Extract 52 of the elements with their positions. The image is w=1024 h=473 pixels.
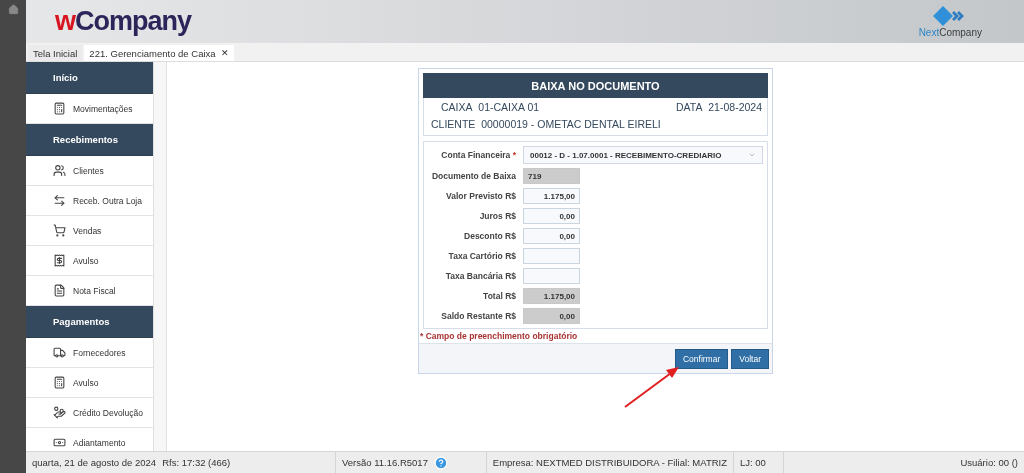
sidebar-section[interactable]: Início <box>26 62 153 94</box>
calculator-icon <box>53 376 66 389</box>
info-text: CAIXA 01-CAIXA 01 <box>440 101 540 113</box>
sidebar-section[interactable]: Recebimentos <box>26 124 153 156</box>
input-field[interactable]: 719 <box>523 168 580 184</box>
sidebar-section[interactable]: Pagamentos <box>26 306 153 338</box>
field-label: Total R$ <box>482 291 516 301</box>
brand-name: NextCompany <box>918 26 982 38</box>
user-text: Usuário: 00 () <box>960 457 1018 468</box>
dialog-button[interactable]: Voltar <box>731 348 769 369</box>
caret-icon <box>748 151 756 159</box>
help-icon[interactable] <box>433 455 448 470</box>
field-label: Conta Financeira * <box>440 150 516 160</box>
users-icon <box>53 164 66 177</box>
receipt-icon <box>53 254 66 267</box>
dialog-title: BAIXA NO DOCUMENTO <box>423 73 768 98</box>
field-label: Documento de Baixa <box>430 171 516 181</box>
field-label: Valor Previsto R$ <box>445 191 516 201</box>
input-field[interactable]: 0,00 <box>523 228 580 244</box>
banknote-icon <box>53 436 66 449</box>
input-field[interactable]: 1.175,00 <box>523 288 580 304</box>
field-label: Taxa Bancária R$ <box>444 271 516 281</box>
arrows-icon <box>53 194 66 207</box>
calculator-icon <box>53 102 66 115</box>
input-field[interactable] <box>523 268 580 284</box>
version-text: Versão 11.16.R5017 <box>342 457 428 468</box>
info-text: DATA 21-08-2024 <box>676 101 762 113</box>
dialog-button[interactable]: Confirmar <box>674 348 729 369</box>
field-label: Juros R$ <box>478 211 516 221</box>
close-icon[interactable]: ✕ <box>220 48 229 58</box>
field-label: Saldo Restante R$ <box>440 311 516 321</box>
home-icon[interactable] <box>7 4 19 15</box>
store-text: LJ: 00 <box>740 457 766 468</box>
cart-icon <box>53 224 66 237</box>
input-field[interactable]: 0,00 <box>523 208 580 224</box>
account-select[interactable]: 00012 - D - 1.07.0001 - RECEBIMENTO-CREDIARIO <box>523 146 763 164</box>
logo: wCompany <box>55 6 192 37</box>
input-field[interactable] <box>523 248 580 264</box>
tab[interactable]: 221. Gerenciamento de Caixa ✕ <box>84 45 234 61</box>
company-text: Empresa: NEXTMED DISTRIBUIDORA - Filial: MATRIZ <box>492 457 727 468</box>
hand-coins-icon <box>53 406 66 419</box>
tab[interactable]: Tela Inicial <box>28 45 83 61</box>
required-note: * Campo de preenchimento obrigatório <box>420 330 579 341</box>
input-field[interactable]: 1.175,00 <box>523 188 580 204</box>
info-text: CLIENTE 00000019 - OMETAC DENTAL EIRELI <box>431 118 661 130</box>
field-label: Desconto R$ <box>463 231 516 241</box>
status-date: quarta, 21 de agosto de 2024 <box>32 457 157 468</box>
status-rfs: Rfs: 17:32 (466) <box>162 457 231 468</box>
input-field[interactable]: 0,00 <box>523 308 580 324</box>
document-icon <box>53 284 66 297</box>
field-label: Taxa Cartório R$ <box>447 251 516 261</box>
truck-icon <box>53 346 66 359</box>
